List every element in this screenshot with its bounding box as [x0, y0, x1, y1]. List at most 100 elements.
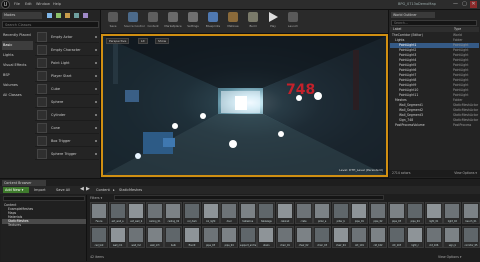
- asset-tile[interactable]: pipe_03: [387, 202, 406, 224]
- category-bsp[interactable]: BSP: [2, 71, 33, 80]
- asset-tile[interactable]: col_light: [201, 202, 220, 224]
- label-column-header[interactable]: Label: [393, 27, 401, 32]
- place-item[interactable]: Box Trigger: [35, 135, 99, 147]
- save-button[interactable]: Save: [104, 12, 122, 32]
- category-volumes[interactable]: Volumes: [2, 81, 33, 90]
- asset-tile[interactable]: bench_01: [462, 202, 480, 224]
- asset-tile[interactable]: ceiling_01: [145, 202, 164, 224]
- asset-tile[interactable]: bulb: [164, 226, 183, 248]
- asset-tile[interactable]: door: [220, 202, 239, 224]
- asset-tile[interactable]: wall_m3: [145, 226, 164, 248]
- path-segment[interactable]: Content: [96, 187, 110, 193]
- asset-search-input[interactable]: [114, 195, 384, 200]
- modes-tab[interactable]: Modes: [2, 12, 42, 19]
- asset-tile[interactable]: chair_01: [276, 226, 294, 248]
- asset-tile[interactable]: chair_04: [331, 226, 350, 248]
- asset-tile[interactable]: support_archways: [238, 226, 257, 248]
- asset-tile[interactable]: pipe_04: [406, 202, 425, 224]
- foliage-mode-icon[interactable]: [74, 13, 79, 18]
- place-item[interactable]: Sphere Trigger: [35, 148, 99, 160]
- path-segment[interactable]: StaticMeshes: [119, 187, 142, 193]
- asset-tile[interactable]: light_02: [443, 202, 462, 224]
- place-item[interactable]: Cube: [35, 83, 99, 95]
- blueprints-button[interactable]: Blueprints: [204, 12, 222, 32]
- asset-tile[interactable]: light_c: [406, 226, 425, 248]
- outliner-search-input[interactable]: Search...: [391, 20, 477, 26]
- folder-search-input[interactable]: [3, 196, 85, 201]
- asset-tile[interactable]: corridor_05: [462, 226, 480, 248]
- asset-tile[interactable]: ceiling_02: [164, 202, 183, 224]
- matinee-button[interactable]: Matinee: [224, 12, 242, 32]
- place-item[interactable]: Cone: [35, 122, 99, 134]
- forward-arrow-icon[interactable]: ▶: [86, 187, 90, 193]
- asset-tile[interactable]: pillar_b: [331, 202, 350, 224]
- place-item[interactable]: Empty Actor: [35, 31, 99, 43]
- asset-tile[interactable]: crate: [294, 202, 313, 224]
- place-item[interactable]: Sphere: [35, 96, 99, 108]
- menu-edit[interactable]: Edit: [25, 2, 32, 6]
- folder-item[interactable]: Textures: [2, 223, 86, 228]
- category-lights[interactable]: Lights: [2, 51, 33, 60]
- menu-file[interactable]: File: [14, 2, 20, 6]
- asset-tile[interactable]: wall_m1: [108, 226, 127, 248]
- import-button[interactable]: Import: [34, 187, 46, 193]
- type-column-header[interactable]: Type: [454, 27, 461, 32]
- asset-tile[interactable]: Fence: [90, 202, 108, 224]
- place-item[interactable]: Point Light: [35, 57, 99, 69]
- content-button[interactable]: Content: [144, 12, 162, 32]
- asset-tile[interactable]: ckt_103: [387, 226, 406, 248]
- launch-button[interactable]: Launch: [284, 12, 302, 32]
- class-search-input[interactable]: Search Classes: [2, 21, 99, 28]
- back-arrow-icon[interactable]: ◀: [80, 187, 84, 193]
- asset-tile[interactable]: chair_03: [313, 226, 332, 248]
- asset-tile[interactable]: wall_m2: [127, 226, 146, 248]
- outliner-row[interactable]: PostProcessVolume PostProcess: [390, 123, 479, 128]
- lighting-mode-dropdown[interactable]: Lit: [138, 38, 148, 44]
- category-all-classes[interactable]: All Classes: [2, 91, 33, 100]
- asset-tile[interactable]: ckt_102: [369, 226, 387, 248]
- asset-tile[interactable]: pipe_01: [350, 202, 369, 224]
- build-button[interactable]: Build: [244, 12, 262, 32]
- asset-tile[interactable]: ceil_bot: [90, 226, 108, 248]
- filters-dropdown[interactable]: Filters ▾: [90, 196, 102, 200]
- landscape-mode-icon[interactable]: [65, 13, 70, 18]
- asset-tile[interactable]: pipe_02: [369, 202, 387, 224]
- play-button[interactable]: Play: [264, 12, 282, 32]
- close-button[interactable]: ✕: [470, 1, 477, 8]
- asset-tile[interactable]: sign_b: [443, 226, 462, 248]
- view-mode-dropdown[interactable]: Perspective: [106, 38, 130, 44]
- level-viewport[interactable]: Perspective Lit Show 748 Level: DTH_Leve…: [101, 34, 388, 177]
- marketplace-button[interactable]: Marketplace: [164, 12, 182, 32]
- category-recently-placed[interactable]: Recently Placed: [2, 31, 33, 40]
- place-item[interactable]: Empty Character: [35, 44, 99, 56]
- asset-tile[interactable]: light_01: [424, 202, 443, 224]
- maximize-button[interactable]: ▢: [461, 1, 468, 8]
- save-all-button[interactable]: Save All: [56, 187, 70, 193]
- asset-tile[interactable]: cabinet: [276, 202, 294, 224]
- category-basic[interactable]: Basic: [2, 41, 33, 50]
- settings-button[interactable]: Settings: [184, 12, 202, 32]
- asset-tile[interactable]: stairs: [257, 226, 276, 248]
- asset-tile[interactable]: tablekine: [238, 202, 257, 224]
- outliner-view-options[interactable]: View Options ▾: [454, 170, 477, 177]
- world-outliner-tab[interactable]: World Outliner: [391, 12, 435, 18]
- category-visual-effects[interactable]: Visual Effects: [2, 61, 33, 70]
- asset-tile[interactable]: pillar_a: [313, 202, 332, 224]
- asset-tile[interactable]: ext_wall_a: [108, 202, 127, 224]
- source-control-button[interactable]: Source Control: [124, 12, 145, 32]
- asset-tile[interactable]: ckt_106: [424, 226, 443, 248]
- menu-help[interactable]: Help: [53, 2, 61, 6]
- asset-tile[interactable]: pipe_03: [201, 226, 220, 248]
- asset-view-options[interactable]: View Options ▾: [438, 255, 462, 259]
- paint-mode-icon[interactable]: [56, 13, 61, 18]
- show-dropdown[interactable]: Show: [155, 38, 170, 44]
- asset-tile[interactable]: ext_wall_b: [127, 202, 146, 224]
- place-mode-icon[interactable]: [47, 13, 52, 18]
- add-new-button[interactable]: Add New ▾: [3, 187, 29, 193]
- geometry-mode-icon[interactable]: [83, 13, 88, 18]
- asset-tile[interactable]: pipe_04: [220, 226, 239, 248]
- menu-window[interactable]: Window: [36, 2, 50, 6]
- unreal-logo[interactable]: U: [1, 0, 10, 9]
- asset-tile[interactable]: chair_02: [294, 226, 313, 248]
- place-item[interactable]: Player Start: [35, 70, 99, 82]
